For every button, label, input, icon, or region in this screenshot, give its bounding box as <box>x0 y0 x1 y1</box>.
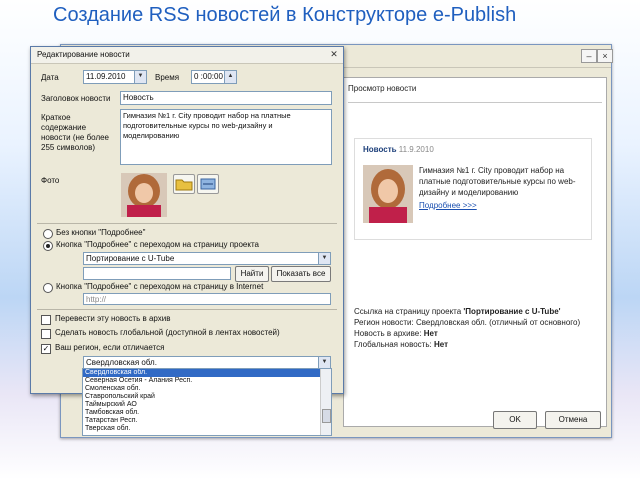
no-button-label: Без кнопки "Подробнее" <box>56 228 146 237</box>
swap-image-icon[interactable] <box>197 174 219 194</box>
photo-thumbnail <box>121 173 167 217</box>
photo-label: Фото <box>41 176 60 185</box>
time-stepper[interactable]: 0 :00:00 ▲ <box>191 70 237 84</box>
dialog-titlebar: Редактирование новости ✕ <box>31 47 343 64</box>
slide-title: Создание RSS новостей в Конструкторе e-P… <box>53 4 517 26</box>
date-label: Дата <box>41 73 59 82</box>
url-input[interactable]: http:// <box>83 293 331 305</box>
project-select[interactable]: Портирование с U-Tube ▼ <box>83 252 331 265</box>
summary-label: Краткое содержание новости (не более 255… <box>41 113 110 152</box>
chevron-down-icon[interactable]: ▼ <box>134 71 146 83</box>
news-card-text: Гимназия №1 г. City проводит набор на пл… <box>419 166 576 197</box>
date-field[interactable]: 11.09.2010 ▼ <box>83 70 147 84</box>
chevron-down-icon[interactable]: ▼ <box>318 253 330 264</box>
archive-checkbox[interactable] <box>41 315 51 325</box>
show-all-button[interactable]: Показать все <box>271 266 331 282</box>
more-link[interactable]: Подробнее >>> <box>419 201 477 210</box>
news-info: Ссылка на страницу проекта 'Портирование… <box>354 307 581 349</box>
summary-textarea[interactable]: Гимназия №1 г. City проводит набор на пл… <box>120 109 332 165</box>
project-search-input[interactable] <box>83 267 231 280</box>
cancel-button[interactable]: Отмена <box>545 411 601 429</box>
find-button[interactable]: Найти <box>235 266 269 282</box>
dialog-title: Редактирование новости <box>37 50 130 59</box>
list-item[interactable]: Тамбовская обл. <box>83 409 331 417</box>
internet-link-radio[interactable] <box>43 283 53 293</box>
list-item[interactable]: Татарстан Респ. <box>83 417 331 425</box>
news-photo <box>363 165 413 223</box>
chevron-down-icon[interactable]: ▼ <box>318 357 330 368</box>
news-preview-panel: Просмотр новости Новость 11.9.2010 Гимна… <box>343 77 607 427</box>
region-label: Ваш регион, если отличается <box>55 343 165 352</box>
list-item[interactable]: Северная Осетия - Алания Респ. <box>83 377 331 385</box>
archive-label: Перевести эту новость в архив <box>55 314 171 323</box>
scrollbar[interactable] <box>320 369 331 435</box>
no-button-radio[interactable] <box>43 229 53 239</box>
list-item[interactable]: Смоленская обл. <box>83 385 331 393</box>
edit-news-dialog: Редактирование новости ✕ Дата 11.09.2010… <box>30 46 344 394</box>
region-checkbox[interactable]: ✓ <box>41 344 51 354</box>
close-icon[interactable]: × <box>597 49 613 63</box>
global-label: Сделать новость глобальной (доступной в … <box>55 328 280 337</box>
preview-label: Просмотр новости <box>348 84 417 93</box>
region-dropdown-list[interactable]: Свердловская обл. Северная Осетия - Алан… <box>82 368 332 436</box>
list-item[interactable]: Ставропольский край <box>83 393 331 401</box>
list-item[interactable]: Тверская обл. <box>83 425 331 433</box>
close-icon[interactable]: ✕ <box>328 49 340 60</box>
minimize-icon[interactable]: – <box>581 49 597 63</box>
ok-button[interactable]: OK <box>493 411 537 429</box>
project-link-label: Кнопка "Подробнее" с переходом на страни… <box>56 240 259 249</box>
global-checkbox[interactable] <box>41 329 51 339</box>
news-card-date: 11.9.2010 <box>398 145 434 154</box>
news-card-title: Новость 11.9.2010 <box>363 145 434 154</box>
list-item[interactable]: Свердловская обл. <box>83 369 331 377</box>
spin-icon[interactable]: ▲ <box>224 71 236 83</box>
news-card: Новость 11.9.2010 Гимназия №1 г. City пр… <box>354 138 592 240</box>
internet-link-label: Кнопка "Подробнее" с переходом на страни… <box>56 282 264 291</box>
project-link-radio[interactable] <box>43 241 53 251</box>
headline-label: Заголовок новости <box>41 94 111 103</box>
list-item[interactable]: Таймырский АО <box>83 401 331 409</box>
time-label: Время <box>155 73 180 82</box>
headline-field[interactable]: Новость <box>120 91 332 105</box>
folder-open-icon[interactable] <box>173 174 195 194</box>
